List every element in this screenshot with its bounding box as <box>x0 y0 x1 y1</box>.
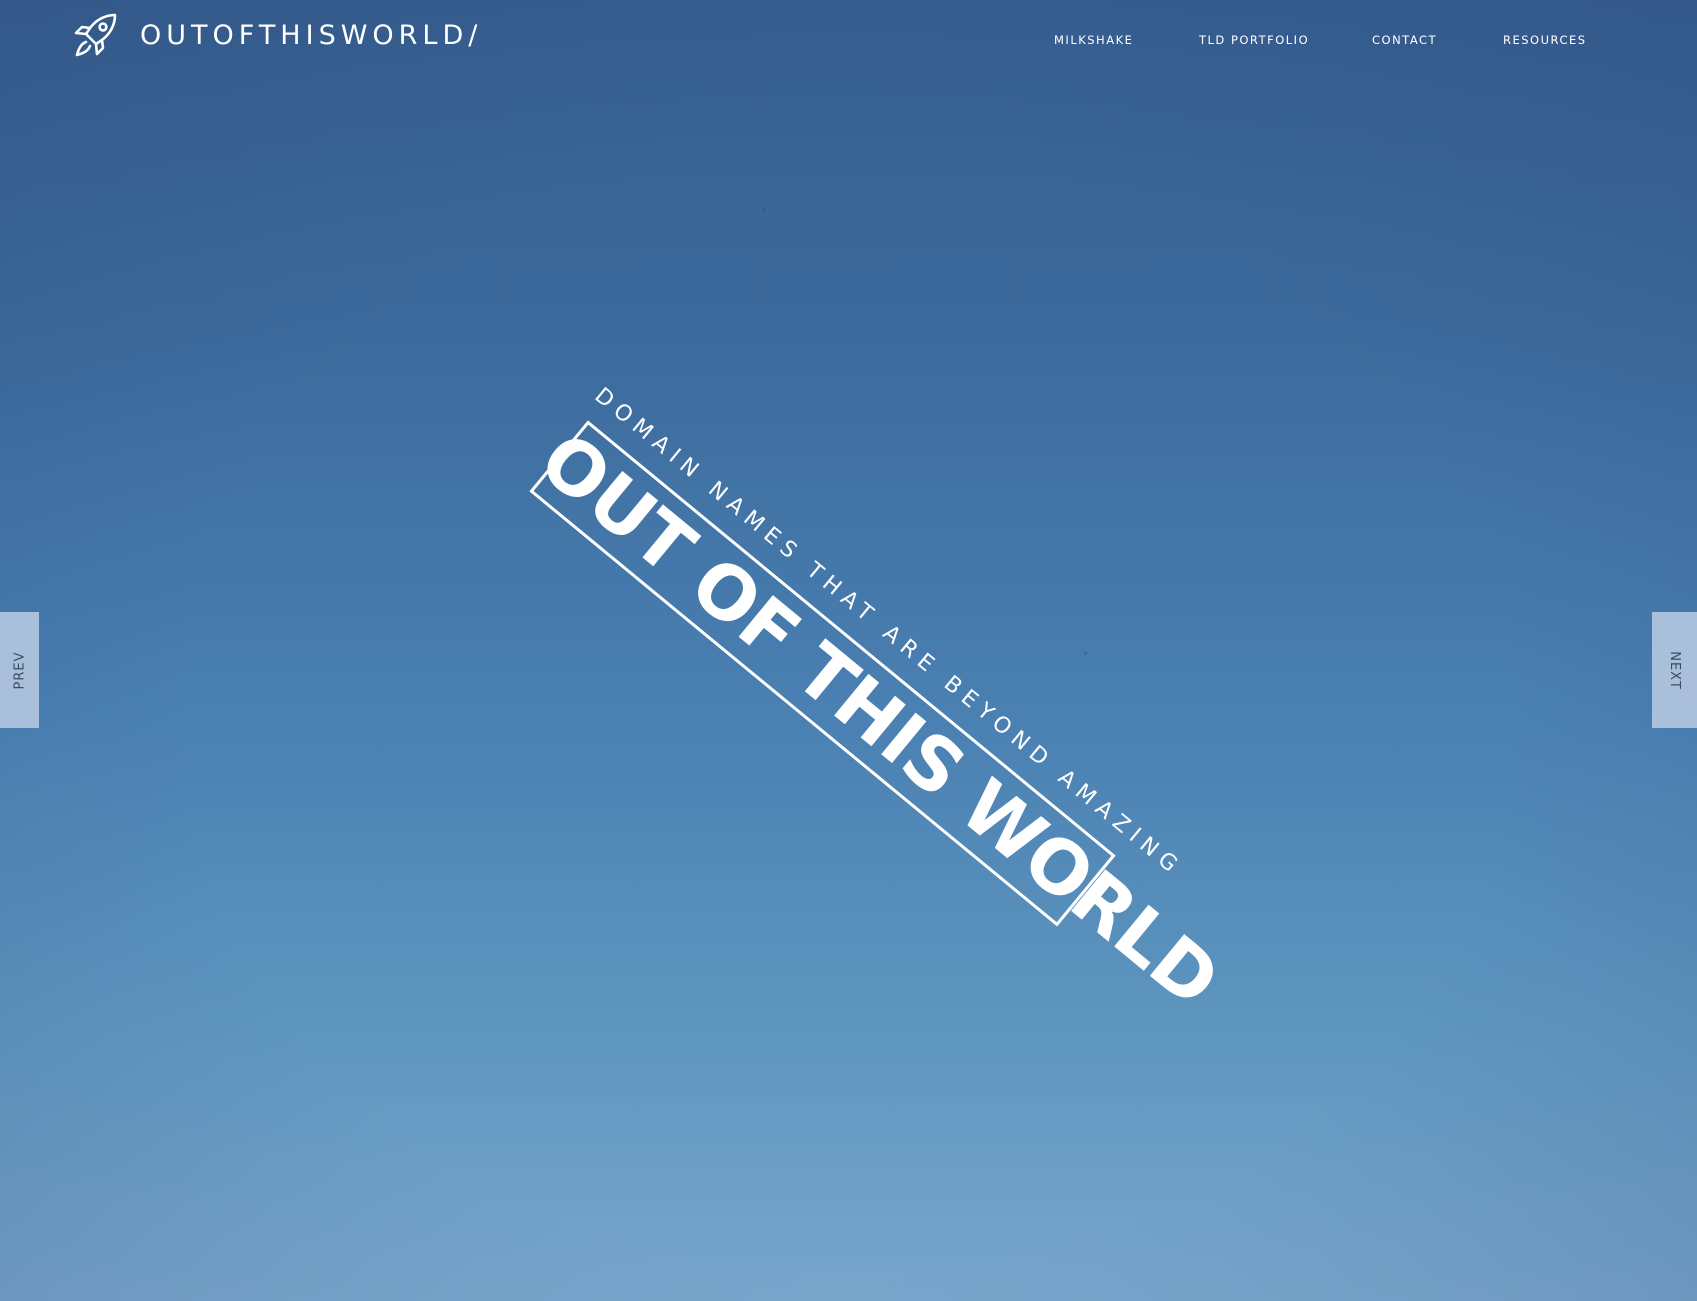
nav-item-tld-portfolio[interactable]: TLD PORTFOLIO <box>1199 33 1309 47</box>
nav-item-contact[interactable]: CONTACT <box>1372 33 1437 47</box>
main-nav: MILKSHAKE TLD PORTFOLIO CONTACT RESOURCE… <box>0 33 1697 49</box>
sky-speck <box>763 208 766 211</box>
nav-item-milkshake[interactable]: MILKSHAKE <box>1054 33 1133 47</box>
nav-item-resources[interactable]: RESOURCES <box>1503 33 1587 47</box>
hero-badge-rotated: DOMAIN NAMES THAT ARE BEYOND AMAZING OUT… <box>517 383 1235 1024</box>
hero-title: OUT OF THIS WORLD <box>523 416 1235 1024</box>
hero-tagline: DOMAIN NAMES THAT ARE BEYOND AMAZING <box>589 383 1188 882</box>
prev-slide-button[interactable]: PREV <box>0 612 39 728</box>
next-label: NEXT <box>1667 650 1682 690</box>
site-header: OUTOFTHISWORLD/ MILKSHAKE TLD PORTFOLIO … <box>0 0 1697 80</box>
prev-label: PREV <box>11 651 27 689</box>
sky-speck <box>1084 652 1087 655</box>
next-slide-button[interactable]: NEXT <box>1652 612 1697 728</box>
